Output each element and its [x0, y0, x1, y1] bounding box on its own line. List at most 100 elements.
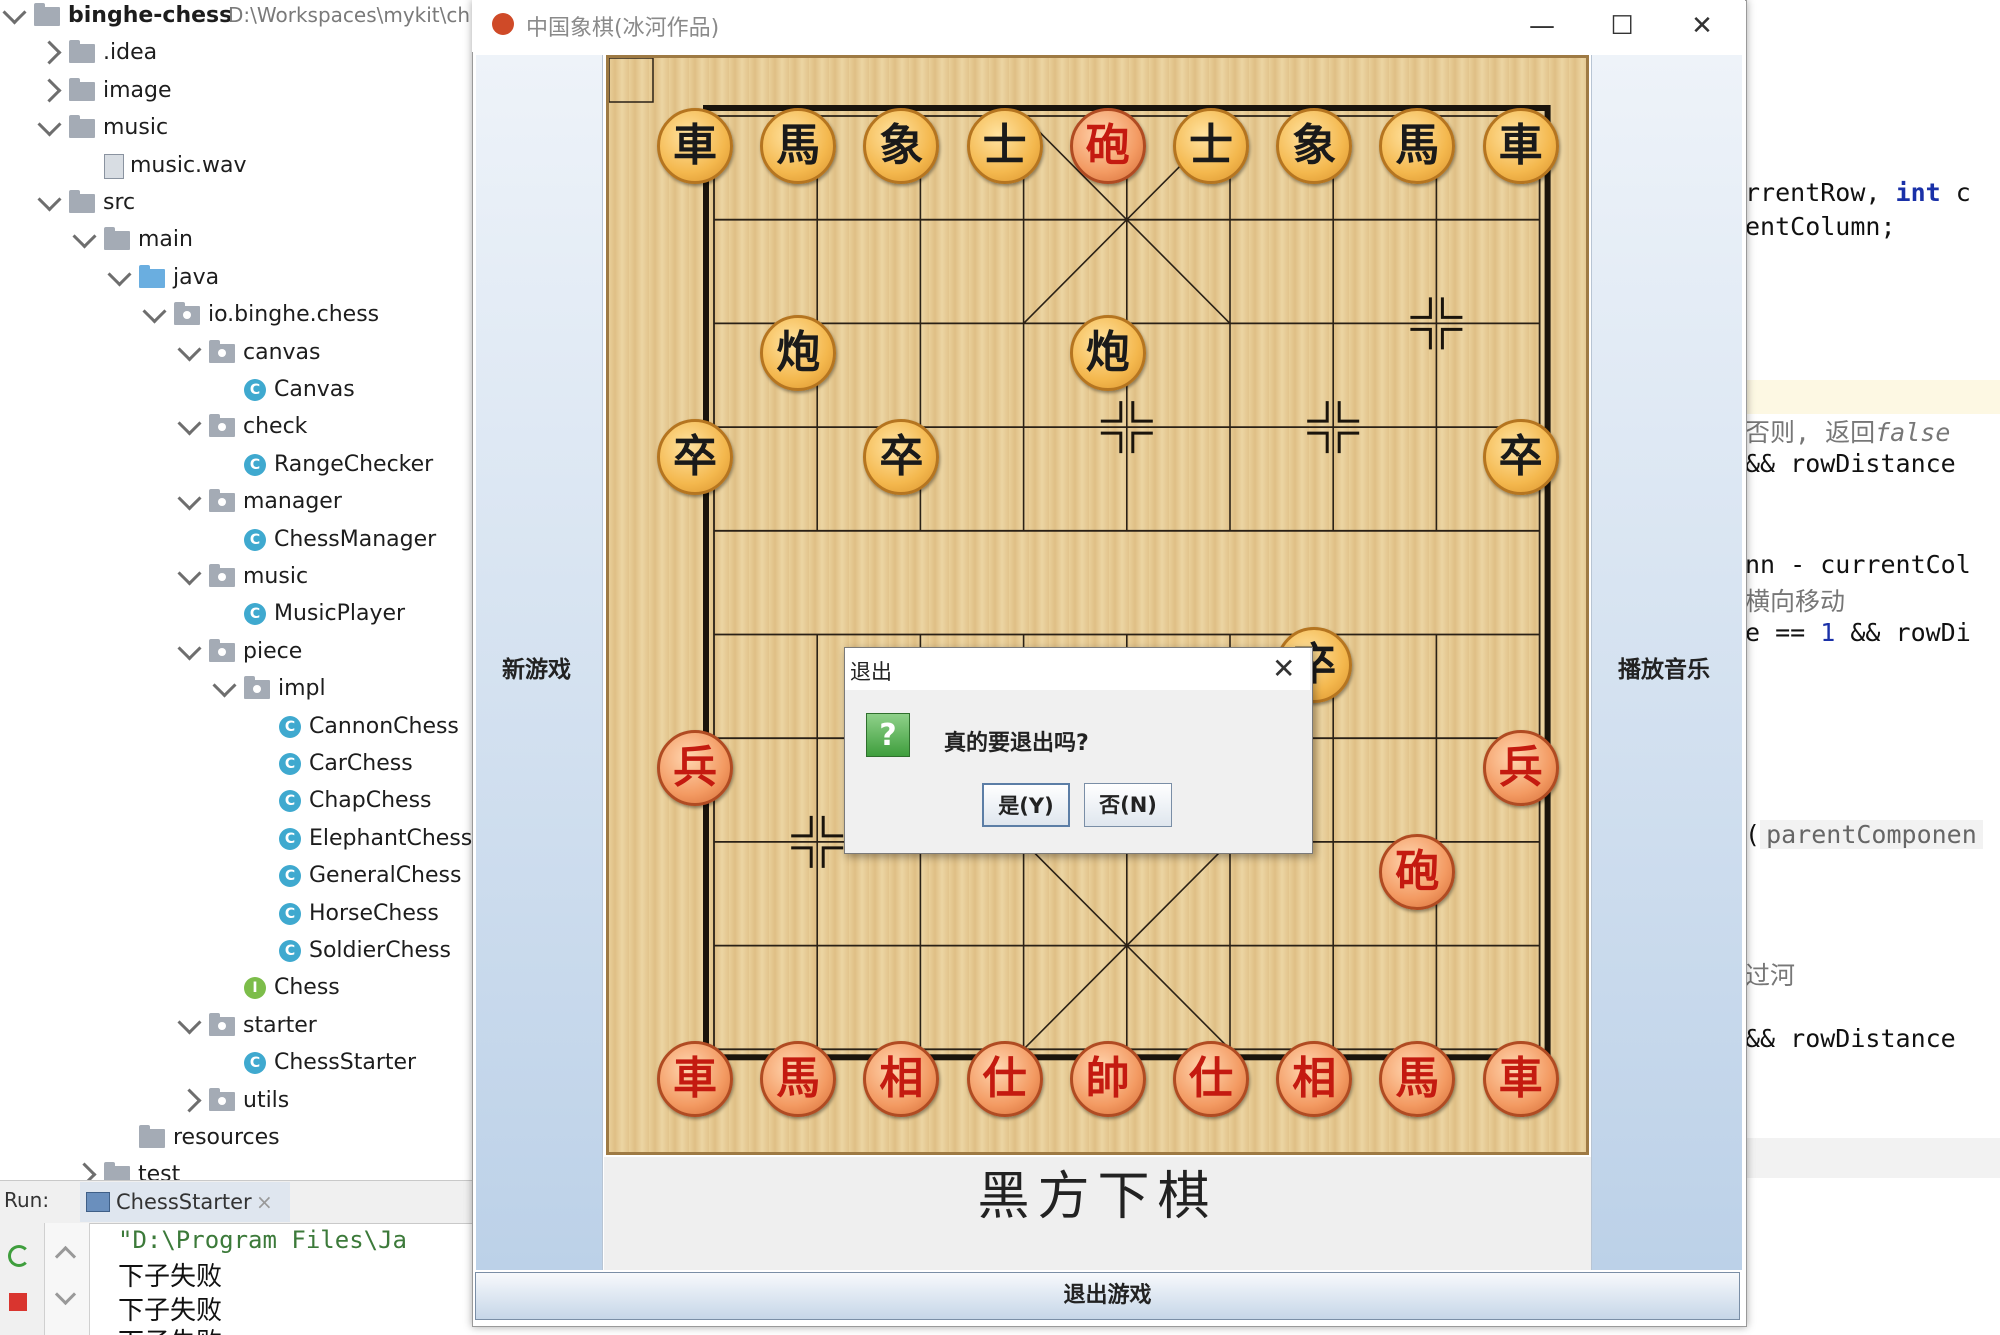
tree-item[interactable]: binghe-chess D:\Workspaces\mykit\ch: [0, 0, 472, 34]
tree-item[interactable]: C ChessManager: [0, 521, 472, 558]
rerun-icon[interactable]: [8, 1245, 30, 1267]
red-piece[interactable]: 砲: [1069, 108, 1146, 184]
dialog-close-icon[interactable]: ✕: [1272, 652, 1295, 685]
maximize-button[interactable]: ☐: [1582, 0, 1662, 52]
chevron-down-icon[interactable]: [177, 1010, 202, 1035]
tree-item[interactable]: manager: [0, 483, 472, 520]
black-piece[interactable]: 卒: [863, 419, 940, 496]
run-tab-close-icon[interactable]: ×: [256, 1190, 273, 1214]
stop-icon[interactable]: [9, 1293, 27, 1311]
tree-item[interactable]: C SoldierChess: [0, 932, 472, 969]
red-piece[interactable]: 帥: [1069, 1041, 1146, 1118]
tree-item-label: music: [103, 115, 169, 141]
chevron-down-icon[interactable]: [177, 411, 202, 436]
chevron-down-icon[interactable]: [142, 299, 167, 324]
class-icon: C: [244, 528, 266, 551]
chevron-down-icon[interactable]: [177, 486, 202, 511]
tree-item[interactable]: io.binghe.chess: [0, 296, 472, 333]
chevron-right-icon[interactable]: [37, 40, 62, 65]
black-piece[interactable]: 馬: [1379, 108, 1456, 184]
tree-item[interactable]: canvas: [0, 334, 472, 371]
tree-item[interactable]: src: [0, 184, 472, 221]
chevron-down-icon[interactable]: [107, 262, 132, 287]
tree-item[interactable]: C Canvas: [0, 371, 472, 408]
red-piece[interactable]: 砲: [1379, 833, 1456, 910]
chevron-down-icon[interactable]: [177, 561, 202, 586]
red-piece[interactable]: 兵: [657, 730, 733, 807]
tree-item[interactable]: utils: [0, 1082, 472, 1119]
yes-button[interactable]: 是(Y): [982, 783, 1070, 827]
tree-item[interactable]: C HorseChess: [0, 895, 472, 932]
red-piece[interactable]: 相: [1276, 1041, 1353, 1118]
run-tab-label[interactable]: ChessStarter: [116, 1190, 252, 1214]
new-game-button[interactable]: 新游戏: [502, 650, 571, 684]
code-comment: 过河: [1745, 961, 1796, 990]
tree-item[interactable]: I Chess: [0, 969, 472, 1006]
tree-item[interactable]: C RangeChecker: [0, 446, 472, 483]
chevron-down-icon[interactable]: [2, 0, 27, 25]
red-piece[interactable]: 車: [1482, 1041, 1559, 1118]
chevron-down-icon[interactable]: [177, 636, 202, 661]
board-grid: [609, 58, 1551, 1061]
tree-item[interactable]: java: [0, 259, 472, 296]
red-piece[interactable]: 車: [657, 1041, 733, 1118]
black-piece[interactable]: 馬: [760, 108, 837, 184]
tree-item[interactable]: main: [0, 221, 472, 258]
tree-item[interactable]: music.wav: [0, 147, 472, 184]
red-piece[interactable]: 仕: [966, 1041, 1043, 1118]
black-piece[interactable]: 車: [657, 108, 733, 184]
chess-board[interactable]: [606, 55, 1589, 1155]
chevron-down-icon[interactable]: [37, 187, 62, 212]
tree-item-label: src: [103, 190, 136, 215]
chevron-right-icon[interactable]: [72, 1162, 97, 1180]
chevron-down-icon[interactable]: [37, 112, 62, 137]
tree-item[interactable]: C CarChess: [0, 745, 472, 782]
tree-item[interactable]: music: [0, 109, 472, 146]
code-comment: 否则, 返回false: [1745, 418, 1951, 447]
tree-item[interactable]: test: [0, 1156, 472, 1180]
black-piece[interactable]: 卒: [1482, 419, 1559, 496]
black-piece[interactable]: 車: [1482, 108, 1559, 184]
black-piece[interactable]: 士: [966, 108, 1043, 184]
close-button[interactable]: ✕: [1662, 0, 1742, 52]
black-piece[interactable]: 象: [1276, 108, 1353, 184]
tree-item[interactable]: image: [0, 72, 472, 109]
tree-item[interactable]: resources: [0, 1119, 472, 1156]
minimize-button[interactable]: —: [1502, 0, 1582, 52]
red-piece[interactable]: 兵: [1482, 730, 1559, 807]
dialog-titlebar[interactable]: [845, 648, 1310, 690]
tree-item[interactable]: check: [0, 408, 472, 445]
chevron-right-icon[interactable]: [37, 78, 62, 103]
black-piece[interactable]: 炮: [1069, 315, 1146, 392]
chevron-down-icon[interactable]: [72, 224, 97, 249]
tree-item[interactable]: .idea: [0, 34, 472, 71]
tree-item-label: manager: [243, 489, 342, 515]
tree-item[interactable]: impl: [0, 670, 472, 707]
tree-item[interactable]: piece: [0, 633, 472, 670]
red-piece[interactable]: 仕: [1173, 1041, 1249, 1118]
tree-item[interactable]: C ChessStarter: [0, 1044, 472, 1081]
class-icon: C: [279, 790, 301, 813]
tree-item[interactable]: C MusicPlayer: [0, 595, 472, 632]
black-piece[interactable]: 士: [1173, 108, 1249, 184]
tree-item[interactable]: C ChapChess: [0, 782, 472, 819]
tree-item[interactable]: C ElephantChess: [0, 820, 472, 857]
tree-item[interactable]: C GeneralChess: [0, 857, 472, 894]
red-piece[interactable]: 馬: [760, 1041, 837, 1118]
tree-item[interactable]: C CannonChess: [0, 708, 472, 745]
code-line: e == 1 && rowDi: [1745, 618, 1971, 647]
scroll-up-icon[interactable]: [54, 1245, 77, 1268]
black-piece[interactable]: 象: [863, 108, 940, 184]
exit-game-button[interactable]: 退出游戏: [475, 1272, 1740, 1320]
black-piece[interactable]: 卒: [657, 419, 733, 496]
scroll-down-icon[interactable]: [54, 1283, 77, 1306]
play-music-button[interactable]: 播放音乐: [1618, 650, 1710, 684]
package-icon: [209, 1012, 235, 1036]
tree-item[interactable]: starter: [0, 1007, 472, 1044]
tree-item[interactable]: music: [0, 558, 472, 595]
tree-item-label: utils: [243, 1087, 290, 1113]
no-button[interactable]: 否(N): [1084, 783, 1172, 827]
chevron-down-icon[interactable]: [212, 673, 237, 698]
chevron-down-icon[interactable]: [177, 337, 202, 362]
chevron-right-icon[interactable]: [177, 1088, 202, 1113]
